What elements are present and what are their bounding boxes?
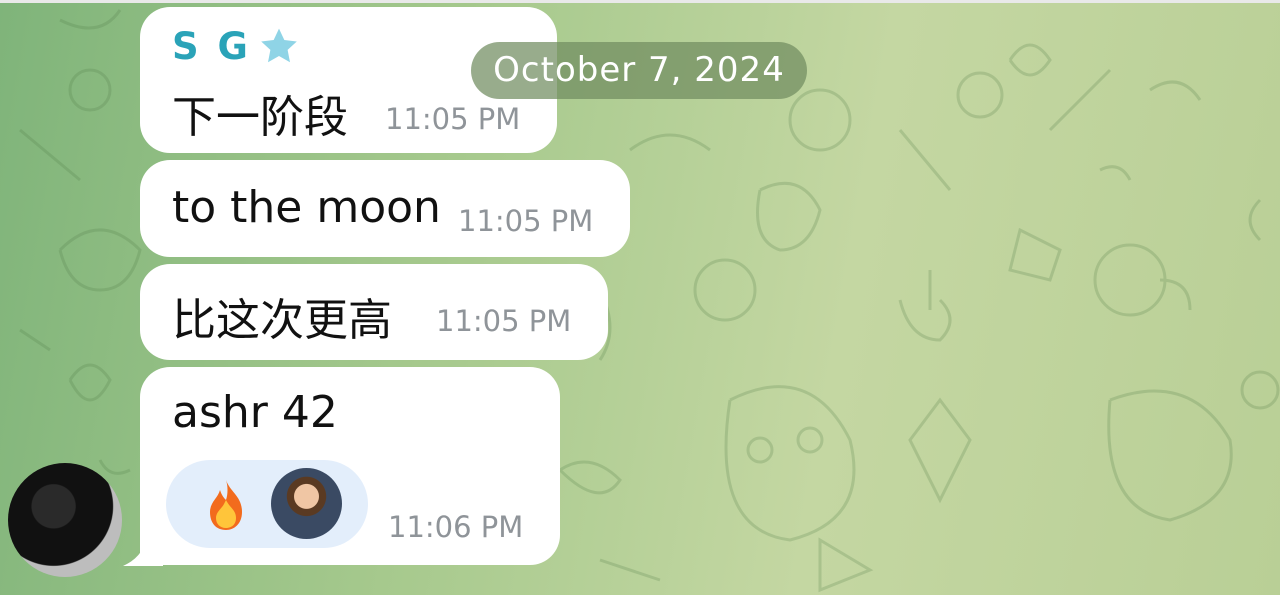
message-text: 下一阶段 xyxy=(172,92,348,143)
date-separator: October 7, 2024 xyxy=(471,42,807,99)
message-text: 比这次更高 xyxy=(172,295,392,346)
message-bubble[interactable]: 比这次更高 11:05 PM xyxy=(140,264,608,360)
star-icon xyxy=(261,28,297,63)
sender-name[interactable]: S G xyxy=(172,25,251,68)
bubble-tail xyxy=(123,534,163,566)
reactor-avatar[interactable] xyxy=(271,468,342,539)
sender-avatar[interactable] xyxy=(8,463,122,577)
message-bubble[interactable]: to the moon 11:05 PM xyxy=(140,160,630,257)
message-text: to the moon xyxy=(172,182,441,233)
message-time: 11:05 PM xyxy=(385,102,521,136)
message-bubble[interactable]: ashr 42 11:06 PM xyxy=(140,367,560,565)
message-time: 11:05 PM xyxy=(436,304,572,338)
reactions-bar[interactable] xyxy=(166,460,368,548)
message-time: 11:05 PM xyxy=(458,204,594,238)
fire-icon[interactable] xyxy=(202,478,250,532)
top-divider xyxy=(0,0,1280,3)
message-time: 11:06 PM xyxy=(388,510,524,544)
message-text: ashr 42 xyxy=(172,387,338,438)
